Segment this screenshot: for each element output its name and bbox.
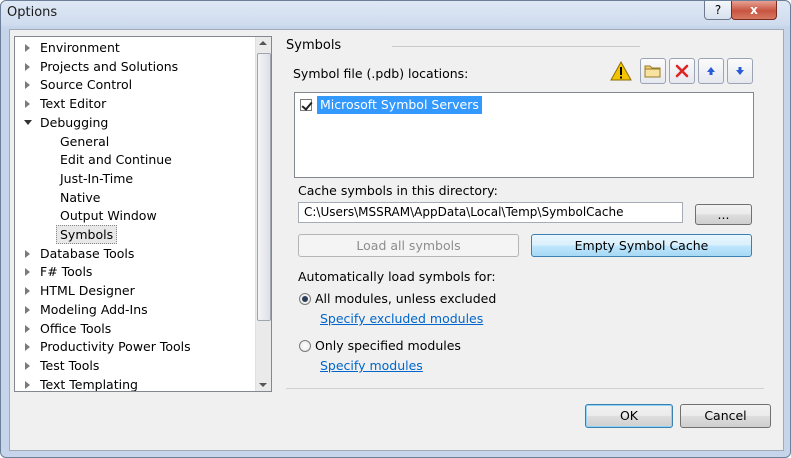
locations-label: Symbol file (.pdb) locations: xyxy=(293,66,469,81)
tree-item-label: Modeling Add-Ins xyxy=(40,301,148,317)
options-dialog: Options ? x Environment Projects and Solu… xyxy=(0,0,791,458)
location-checkbox[interactable] xyxy=(300,99,312,111)
tree-item-label: Edit and Continue xyxy=(60,152,172,168)
tree-item[interactable]: Modeling Add-Ins xyxy=(15,300,253,319)
collapsed-arrow-icon[interactable] xyxy=(25,324,30,333)
warning-button[interactable] xyxy=(608,58,634,84)
tree-item-label: Projects and Solutions xyxy=(40,58,179,74)
tree-item-label: Database Tools xyxy=(40,245,135,261)
collapsed-arrow-icon[interactable] xyxy=(25,305,30,314)
tree-item-label: Test Tools xyxy=(40,357,100,373)
location-label: Microsoft Symbol Servers xyxy=(317,96,482,114)
warning-icon xyxy=(610,61,632,81)
only-specified-modules-label[interactable]: Only specified modules xyxy=(315,338,461,353)
cancel-button[interactable]: Cancel xyxy=(680,404,771,428)
folder-icon xyxy=(644,65,661,78)
cache-path-input[interactable]: C:\Users\MSSRAM\AppData\Local\Temp\Symbo… xyxy=(298,202,683,223)
tree-item[interactable]: Environment xyxy=(15,38,253,57)
collapsed-arrow-icon[interactable] xyxy=(25,343,30,352)
tree-item[interactable]: HTML Designer xyxy=(15,281,253,300)
remove-location-button[interactable] xyxy=(669,58,695,84)
tree-item[interactable]: Text Editor xyxy=(15,94,253,113)
scroll-thumb[interactable] xyxy=(257,53,271,321)
delete-icon xyxy=(675,64,689,78)
page-title: Symbols xyxy=(286,38,342,53)
tree-item-label: Output Window xyxy=(60,208,157,224)
button-divider xyxy=(286,388,764,389)
ok-button[interactable]: OK xyxy=(585,404,673,428)
collapsed-arrow-icon[interactable] xyxy=(25,249,30,258)
window-title: Options xyxy=(7,5,58,20)
tree-item-label: HTML Designer xyxy=(40,283,135,299)
tree-item[interactable]: Productivity Power Tools xyxy=(15,337,253,356)
collapsed-arrow-icon[interactable] xyxy=(25,361,30,370)
tree-item-label: Native xyxy=(60,189,101,205)
symbol-locations-list[interactable]: Microsoft Symbol Servers xyxy=(294,92,754,178)
collapsed-arrow-icon[interactable] xyxy=(25,81,30,90)
tree-item[interactable]: Native xyxy=(15,188,253,207)
tree-item-label: Productivity Power Tools xyxy=(40,339,191,355)
tree-item[interactable]: Projects and Solutions xyxy=(15,57,253,76)
move-up-icon xyxy=(707,67,715,75)
auto-load-label: Automatically load symbols for: xyxy=(298,269,496,284)
specify-excluded-modules-link[interactable]: Specify excluded modules xyxy=(320,311,483,326)
tree-item[interactable]: F# Tools xyxy=(15,262,253,281)
tree-item-label: Environment xyxy=(40,40,120,55)
tree-item[interactable]: Just-In-Time xyxy=(15,169,253,188)
expanded-arrow-icon[interactable] xyxy=(24,119,32,125)
collapsed-arrow-icon[interactable] xyxy=(25,62,30,71)
tree-item-label: Symbols xyxy=(56,225,118,244)
tree-item[interactable]: Text Templating xyxy=(15,375,253,392)
scroll-up-icon[interactable] xyxy=(259,41,267,45)
all-modules-label[interactable]: All modules, unless excluded xyxy=(315,291,496,306)
all-modules-radio[interactable] xyxy=(299,293,311,305)
tree-item-label: Debugging xyxy=(40,114,109,130)
tree-item[interactable]: Office Tools xyxy=(15,319,253,338)
collapsed-arrow-icon[interactable] xyxy=(25,287,30,296)
tree-item[interactable]: Symbols xyxy=(15,225,253,244)
tree-item-label: Text Editor xyxy=(40,96,107,112)
options-tree: Environment Projects and Solutions Source … xyxy=(14,36,272,392)
scroll-down-icon[interactable] xyxy=(259,383,267,387)
tree-item[interactable]: Output Window xyxy=(15,206,253,225)
close-button[interactable]: x xyxy=(731,1,777,20)
collapsed-arrow-icon[interactable] xyxy=(25,268,30,277)
title-divider xyxy=(392,46,640,47)
tree-item[interactable]: General xyxy=(15,132,253,151)
move-down-button[interactable] xyxy=(727,58,753,84)
list-item[interactable]: Microsoft Symbol Servers xyxy=(295,93,753,115)
load-all-symbols-button[interactable]: Load all symbols xyxy=(298,234,519,257)
collapsed-arrow-icon[interactable] xyxy=(25,380,30,389)
move-up-button[interactable] xyxy=(698,58,724,84)
collapsed-arrow-icon[interactable] xyxy=(25,44,30,52)
specify-modules-link[interactable]: Specify modules xyxy=(320,358,423,373)
add-folder-button[interactable] xyxy=(640,58,666,84)
browse-button[interactable]: ... xyxy=(695,204,752,225)
tree-scrollbar[interactable] xyxy=(255,37,271,391)
collapsed-arrow-icon[interactable] xyxy=(25,100,30,109)
tree-item[interactable]: Test Tools xyxy=(15,356,253,375)
tree-item-label: General xyxy=(60,133,110,149)
cache-label: Cache symbols in this directory: xyxy=(298,183,498,198)
tree-item-label: F# Tools xyxy=(40,264,93,280)
tree-item[interactable]: Edit and Continue xyxy=(15,150,253,169)
help-button[interactable]: ? xyxy=(704,1,732,20)
tree-item-label: Just-In-Time xyxy=(60,170,134,186)
title-bar: Options ? x xyxy=(1,1,790,27)
tree-item[interactable]: Database Tools xyxy=(15,244,253,263)
tree-item[interactable]: Source Control xyxy=(15,75,253,94)
move-down-icon xyxy=(736,67,744,75)
tree-item-label: Source Control xyxy=(40,77,133,93)
dialog-client-area: Environment Projects and Solutions Source … xyxy=(9,29,784,451)
tree-item-label: Office Tools xyxy=(40,320,112,336)
only-specified-modules-radio[interactable] xyxy=(299,340,311,352)
tree-item-label: Text Templating xyxy=(40,376,138,392)
close-icon: x xyxy=(750,3,758,17)
tree-item[interactable]: Debugging xyxy=(15,113,253,132)
help-icon: ? xyxy=(714,3,722,17)
empty-symbol-cache-button[interactable]: Empty Symbol Cache xyxy=(531,234,752,257)
